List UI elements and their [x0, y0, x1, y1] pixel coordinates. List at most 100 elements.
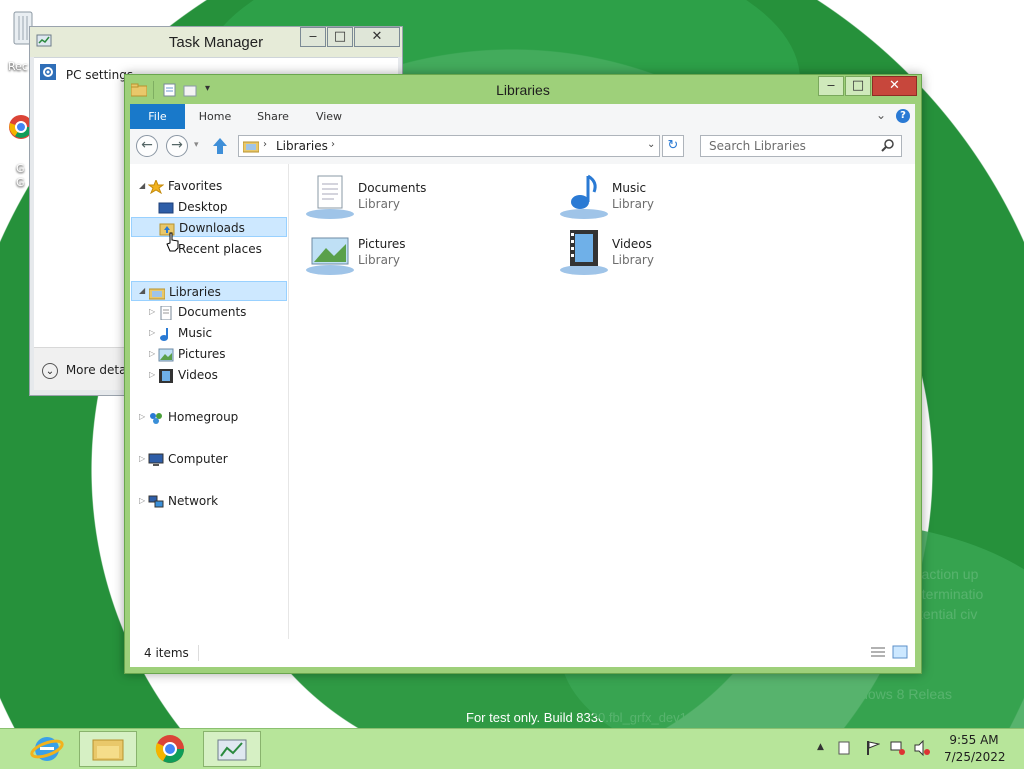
- documents-library-icon: [306, 172, 356, 223]
- search-icon[interactable]: [881, 138, 895, 155]
- nav-desktop-label: Desktop: [178, 200, 228, 214]
- library-tile-pictures[interactable]: Pictures Library: [306, 228, 546, 278]
- keyboard-icon[interactable]: [838, 741, 850, 758]
- network-icon: [148, 495, 164, 509]
- explorer-title: Libraries: [496, 82, 550, 98]
- search-placeholder: Search Libraries: [709, 139, 806, 153]
- show-hidden-icons-icon[interactable]: ▲: [817, 742, 824, 752]
- tab-share[interactable]: Share: [250, 104, 296, 129]
- explorer-close-button[interactable]: ✕: [872, 76, 917, 96]
- address-field[interactable]: › Libraries › ⌄: [238, 135, 660, 157]
- tile-name: Music: [612, 181, 647, 195]
- internet-explorer-icon: [30, 737, 64, 761]
- breadcrumb-libraries[interactable]: Libraries: [276, 139, 328, 153]
- help-icon[interactable]: ?: [896, 109, 910, 123]
- nav-videos-label: Videos: [178, 368, 218, 382]
- task-manager-titlebar[interactable]: Task Manager ‒ □ ✕: [30, 27, 402, 57]
- favorites-expand-icon[interactable]: ◢: [139, 181, 145, 190]
- nav-downloads[interactable]: Downloads: [131, 217, 287, 237]
- explorer-maximize-button[interactable]: □: [845, 76, 871, 96]
- volume-muted-icon[interactable]: [914, 739, 932, 759]
- computer-expand-icon[interactable]: ▷: [139, 454, 145, 463]
- clock-date[interactable]: 7/25/2022: [944, 750, 1006, 764]
- library-tile-documents[interactable]: Documents Library: [306, 172, 546, 222]
- tile-type: Library: [612, 197, 654, 211]
- nav-favorites-label: Favorites: [168, 179, 223, 193]
- nav-favorites[interactable]: Favorites: [147, 176, 223, 196]
- nav-desktop[interactable]: Desktop: [158, 197, 228, 217]
- details-view-icon[interactable]: [870, 646, 886, 661]
- recent-locations-icon[interactable]: ▾: [194, 140, 199, 150]
- tab-view[interactable]: View: [306, 104, 352, 129]
- explorer-minimize-button[interactable]: ‒: [818, 76, 844, 96]
- pictures-library-icon: [306, 228, 356, 279]
- large-icons-view-icon[interactable]: [892, 645, 908, 662]
- task-manager-close-button[interactable]: ✕: [354, 27, 400, 47]
- library-tile-music[interactable]: Music Library: [560, 172, 800, 222]
- task-manager-taskbar-icon: [217, 739, 247, 761]
- address-dropdown-icon[interactable]: ⌄: [647, 139, 655, 150]
- documents-expand-icon[interactable]: ▷: [149, 307, 155, 316]
- up-arrow-icon[interactable]: [212, 137, 228, 158]
- app-item-pc-settings[interactable]: PC settings: [40, 64, 133, 84]
- libraries-expand-icon[interactable]: ◢: [139, 286, 145, 295]
- background-text-3: tential civ: [919, 606, 978, 622]
- libraries-folder-icon: [242, 139, 260, 156]
- taskbar: ▲ 9:55 AM 7/25/2022: [0, 728, 1024, 769]
- breadcrumb-chevron[interactable]: ›: [263, 139, 267, 150]
- item-count: 4 items: [144, 646, 189, 660]
- nav-libraries-label: Libraries: [169, 285, 221, 299]
- tab-home[interactable]: Home: [192, 104, 238, 129]
- nav-homegroup-label: Homegroup: [168, 410, 239, 424]
- library-tile-videos[interactable]: Videos Library: [560, 228, 800, 278]
- music-expand-icon[interactable]: ▷: [149, 328, 155, 337]
- build-watermark-line1: Windows 8 Releas: [836, 686, 952, 702]
- search-input[interactable]: Search Libraries: [700, 135, 902, 157]
- status-bar: 4 items: [130, 639, 915, 667]
- videos-expand-icon[interactable]: ▷: [149, 370, 155, 379]
- more-details-button[interactable]: ⌄ More detai: [42, 360, 130, 380]
- address-bar-row: ← → ▾ › Libraries › ⌄ ↻ Search Libraries: [130, 129, 915, 164]
- task-manager-minimize-button[interactable]: ‒: [300, 27, 326, 47]
- tab-file[interactable]: File: [130, 104, 185, 129]
- nav-computer[interactable]: Computer: [148, 449, 228, 469]
- status-divider: [198, 645, 199, 661]
- more-details-label: More detai: [65, 363, 130, 377]
- homegroup-expand-icon[interactable]: ▷: [139, 412, 145, 421]
- document-icon: [158, 305, 174, 320]
- refresh-button[interactable]: ↻: [662, 135, 684, 157]
- network-expand-icon[interactable]: ▷: [139, 496, 145, 505]
- nav-videos[interactable]: Videos: [158, 365, 218, 385]
- pictures-expand-icon[interactable]: ▷: [149, 349, 155, 358]
- videos-library-icon: [560, 228, 610, 279]
- network-tray-icon[interactable]: [890, 740, 906, 759]
- nav-recent-places[interactable]: Recent places: [158, 239, 262, 259]
- music-note-icon: [158, 327, 174, 341]
- expand-ribbon-icon[interactable]: ⌄: [876, 108, 886, 122]
- tile-type: Library: [612, 253, 654, 267]
- clock-time[interactable]: 9:55 AM: [944, 733, 1004, 747]
- file-explorer-button[interactable]: [79, 731, 137, 767]
- forward-button[interactable]: →: [166, 135, 188, 157]
- picture-icon: [158, 348, 174, 362]
- task-manager-maximize-button[interactable]: □: [327, 27, 353, 47]
- file-explorer-icon: [92, 739, 124, 761]
- internet-explorer-button[interactable]: [18, 731, 76, 767]
- back-button[interactable]: ←: [136, 135, 158, 157]
- nav-music[interactable]: Music: [158, 323, 212, 343]
- explorer-content: ◢ Favorites Desktop Downloads Recent pla…: [130, 164, 915, 667]
- recycle-bin-label: Rec: [8, 60, 28, 73]
- nav-libraries[interactable]: Libraries: [131, 281, 287, 301]
- action-center-flag-icon[interactable]: [866, 740, 881, 759]
- ribbon-tabs: File Home Share View ⌄ ?: [130, 104, 915, 130]
- nav-documents[interactable]: Documents: [158, 302, 246, 322]
- tile-name: Videos: [612, 237, 652, 251]
- explorer-titlebar[interactable]: ▾ Libraries ‒ □ ✕: [125, 75, 921, 105]
- nav-homegroup[interactable]: Homegroup: [148, 407, 238, 427]
- task-manager-taskbar-button[interactable]: [203, 731, 261, 767]
- breadcrumb-chevron-2[interactable]: ›: [331, 139, 335, 150]
- nav-music-label: Music: [178, 326, 213, 340]
- chrome-button[interactable]: [141, 731, 199, 767]
- nav-network[interactable]: Network: [148, 491, 218, 511]
- nav-pictures[interactable]: Pictures: [158, 344, 226, 364]
